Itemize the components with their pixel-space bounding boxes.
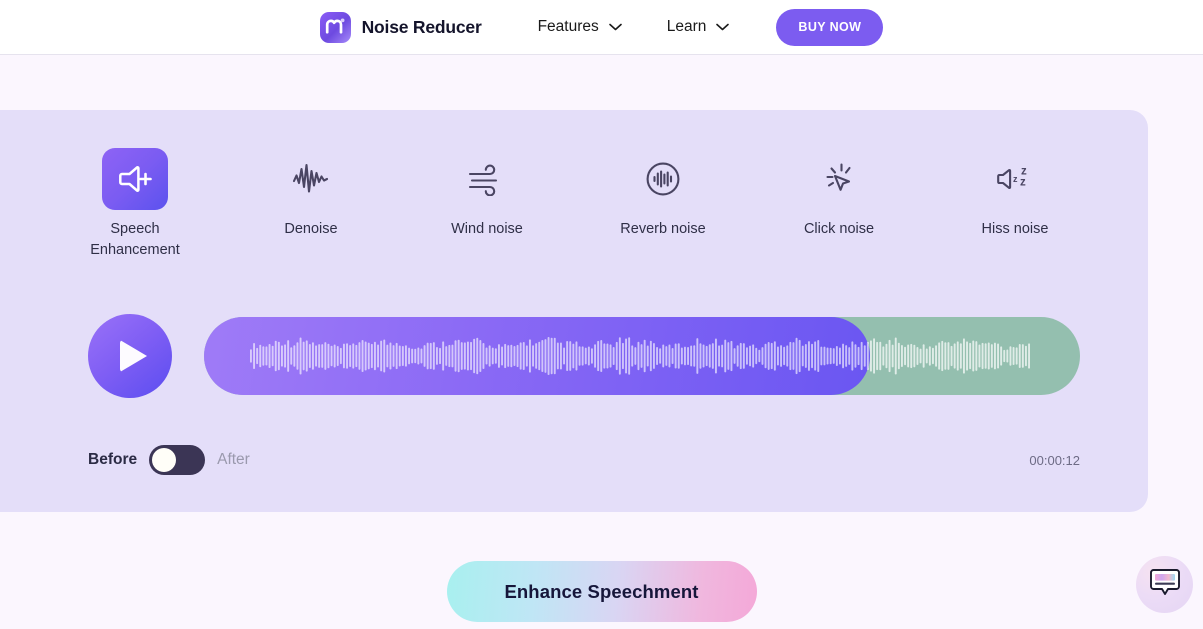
feature-selector-row: Speech Enhancement Denoise Wind noise Re… [87,148,1087,263]
feature-label: Speech Enhancement [90,221,180,258]
play-icon [120,340,147,372]
toggle-knob [152,448,177,472]
enhance-speech-button[interactable]: Enhance Speechment [446,561,757,622]
svg-text:z: z [1020,177,1026,189]
app-page: Noise Reducer Features Learn BUY NOW Spe… [0,0,1203,629]
after-label: After [217,451,250,468]
feature-label: Click noise [803,221,875,237]
feature-label: Wind noise [451,221,523,237]
nav-item-label: Learn [666,18,707,35]
chat-widget-button[interactable] [1136,556,1193,613]
site-header: Noise Reducer Features Learn BUY NOW [0,0,1203,55]
feature-speech-enhancement[interactable]: Speech Enhancement [87,148,183,261]
media-io-m-logo-icon [319,11,351,43]
circle-waveform-icon [630,148,696,210]
waveform-scrubber[interactable] [204,317,1080,395]
nav-item-label: Features [537,18,599,35]
chevron-down-icon [716,18,730,36]
before-after-row: Before After 00:00:12 [88,440,1080,480]
waveform-progress [204,317,870,395]
feature-denoise[interactable]: Denoise [263,148,359,240]
cursor-click-icon [806,148,872,210]
cta-container: Enhance Speechment [0,561,1203,622]
audio-player [88,306,1080,406]
nav-item-features[interactable]: Features [538,12,622,42]
noise-reducer-panel: Speech Enhancement Denoise Wind noise Re… [0,110,1148,512]
waveform-spike-icon [278,148,344,210]
feature-wind-noise[interactable]: Wind noise [439,148,535,240]
timecode-label: 00:00:12 [1029,452,1080,468]
feature-label: Hiss noise [981,221,1049,237]
waveform-bars-before [204,317,870,395]
feature-hiss-noise[interactable]: z z z Hiss noise [967,148,1063,240]
feature-label: Reverb noise [620,221,706,237]
nav-links: Features Learn [538,12,730,42]
play-button[interactable] [88,314,172,398]
chat-bubble-icon [1149,567,1181,602]
feature-click-noise[interactable]: Click noise [791,148,887,240]
feature-reverb-noise[interactable]: Reverb noise [615,148,711,240]
feature-label: Denoise [284,221,338,237]
chevron-down-icon [608,18,622,36]
nav-container: Noise Reducer Features Learn BUY NOW [319,8,884,46]
speaker-zzz-icon: z z z [982,148,1048,210]
nav-item-learn[interactable]: Learn [667,12,730,42]
speaker-plus-icon [102,148,168,210]
brand[interactable]: Noise Reducer [319,11,482,43]
before-label: Before [88,451,138,468]
buy-now-button[interactable]: BUY NOW [776,8,884,46]
before-after-toggle[interactable] [149,445,206,475]
brand-name: Noise Reducer [361,16,482,37]
wind-icon [454,148,520,210]
svg-text:z: z [1013,174,1018,184]
